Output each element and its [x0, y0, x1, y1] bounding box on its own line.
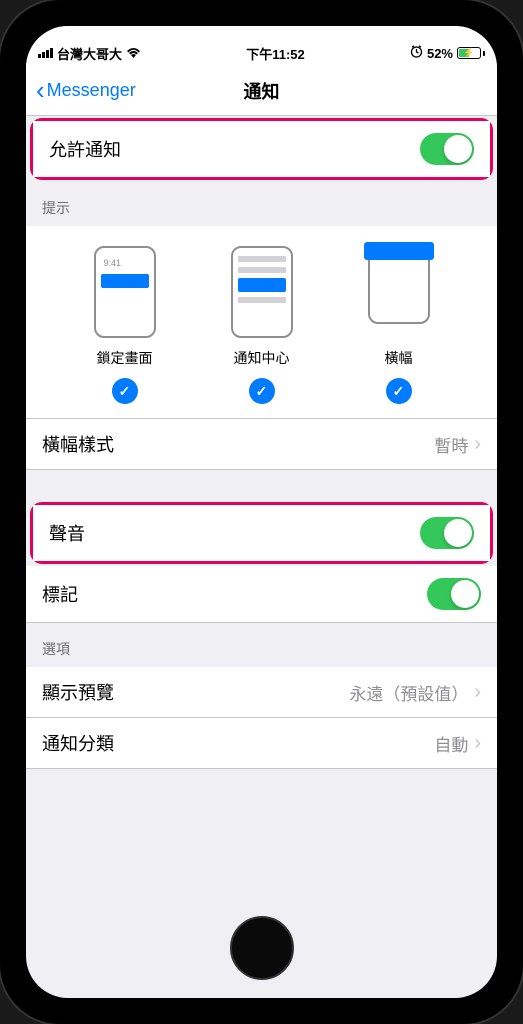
- show-previews-label: 顯示預覽: [42, 679, 114, 705]
- options-header: 選項: [26, 623, 497, 667]
- lock-screen-label: 鎖定畫面: [97, 348, 153, 368]
- sounds-label: 聲音: [49, 520, 85, 546]
- phone-bezel: 台灣大哥大 下午11:52 52% ⚡: [18, 18, 505, 1006]
- notification-center-icon: [231, 246, 293, 338]
- grouping-label: 通知分類: [42, 730, 114, 756]
- chevron-right-icon: ›: [474, 732, 481, 755]
- status-bar: 台灣大哥大 下午11:52 52% ⚡: [26, 26, 497, 66]
- page-title: 通知: [244, 78, 280, 104]
- grouping-value: 自動 ›: [434, 731, 481, 756]
- back-label: Messenger: [47, 80, 136, 101]
- badges-toggle[interactable]: [427, 578, 481, 610]
- banner-style-label: 橫幅樣式: [42, 431, 114, 457]
- highlight-sounds: 聲音: [30, 502, 493, 564]
- banners-label: 橫幅: [385, 348, 413, 368]
- highlight-allow: 允許通知: [30, 118, 493, 180]
- banners-option[interactable]: 橫幅 ✓: [368, 246, 430, 404]
- alerts-section: 鎖定畫面 ✓ 通知中心 ✓: [26, 226, 497, 419]
- status-right: 52% ⚡: [410, 45, 485, 61]
- chevron-right-icon: ›: [474, 433, 481, 456]
- allow-notifications-cell[interactable]: 允許通知: [33, 121, 490, 177]
- phone-frame: 台灣大哥大 下午11:52 52% ⚡: [0, 0, 523, 1024]
- home-button[interactable]: [230, 916, 294, 980]
- lock-screen-option[interactable]: 鎖定畫面 ✓: [94, 246, 156, 404]
- alarm-icon: [410, 45, 423, 61]
- sounds-cell[interactable]: 聲音: [33, 505, 490, 561]
- show-previews-cell[interactable]: 顯示預覽 永遠（預設值） ›: [26, 667, 497, 718]
- signal-icon: [38, 48, 53, 58]
- wifi-icon: [126, 46, 141, 61]
- notification-center-option[interactable]: 通知中心 ✓: [231, 246, 293, 404]
- grouping-cell[interactable]: 通知分類 自動 ›: [26, 718, 497, 769]
- banner-style-cell[interactable]: 橫幅樣式 暫時 ›: [26, 419, 497, 470]
- carrier-label: 台灣大哥大: [57, 44, 122, 63]
- check-icon: ✓: [386, 378, 412, 404]
- chevron-right-icon: ›: [474, 681, 481, 704]
- allow-notifications-label: 允許通知: [49, 136, 121, 162]
- badges-cell[interactable]: 標記: [26, 566, 497, 623]
- banner-style-value: 暫時 ›: [434, 432, 481, 457]
- navigation-bar: ‹ Messenger 通知: [26, 66, 497, 116]
- battery-icon: ⚡: [457, 47, 485, 59]
- show-previews-value: 永遠（預設值） ›: [349, 680, 481, 705]
- check-icon: ✓: [112, 378, 138, 404]
- chevron-left-icon: ‹: [36, 75, 45, 106]
- notification-center-label: 通知中心: [234, 348, 290, 368]
- alerts-header: 提示: [26, 182, 497, 226]
- status-time: 下午11:52: [246, 44, 305, 63]
- status-left: 台灣大哥大: [38, 44, 141, 63]
- content-scroll[interactable]: 允許通知 提示 鎖定畫面 ✓: [26, 116, 497, 998]
- back-button[interactable]: ‹ Messenger: [36, 75, 136, 106]
- banners-icon: [368, 246, 430, 338]
- badges-label: 標記: [42, 581, 78, 607]
- sounds-toggle[interactable]: [420, 517, 474, 549]
- battery-percent: 52%: [427, 46, 453, 61]
- screen: 台灣大哥大 下午11:52 52% ⚡: [26, 26, 497, 998]
- allow-notifications-toggle[interactable]: [420, 133, 474, 165]
- check-icon: ✓: [249, 378, 275, 404]
- lock-screen-icon: [94, 246, 156, 338]
